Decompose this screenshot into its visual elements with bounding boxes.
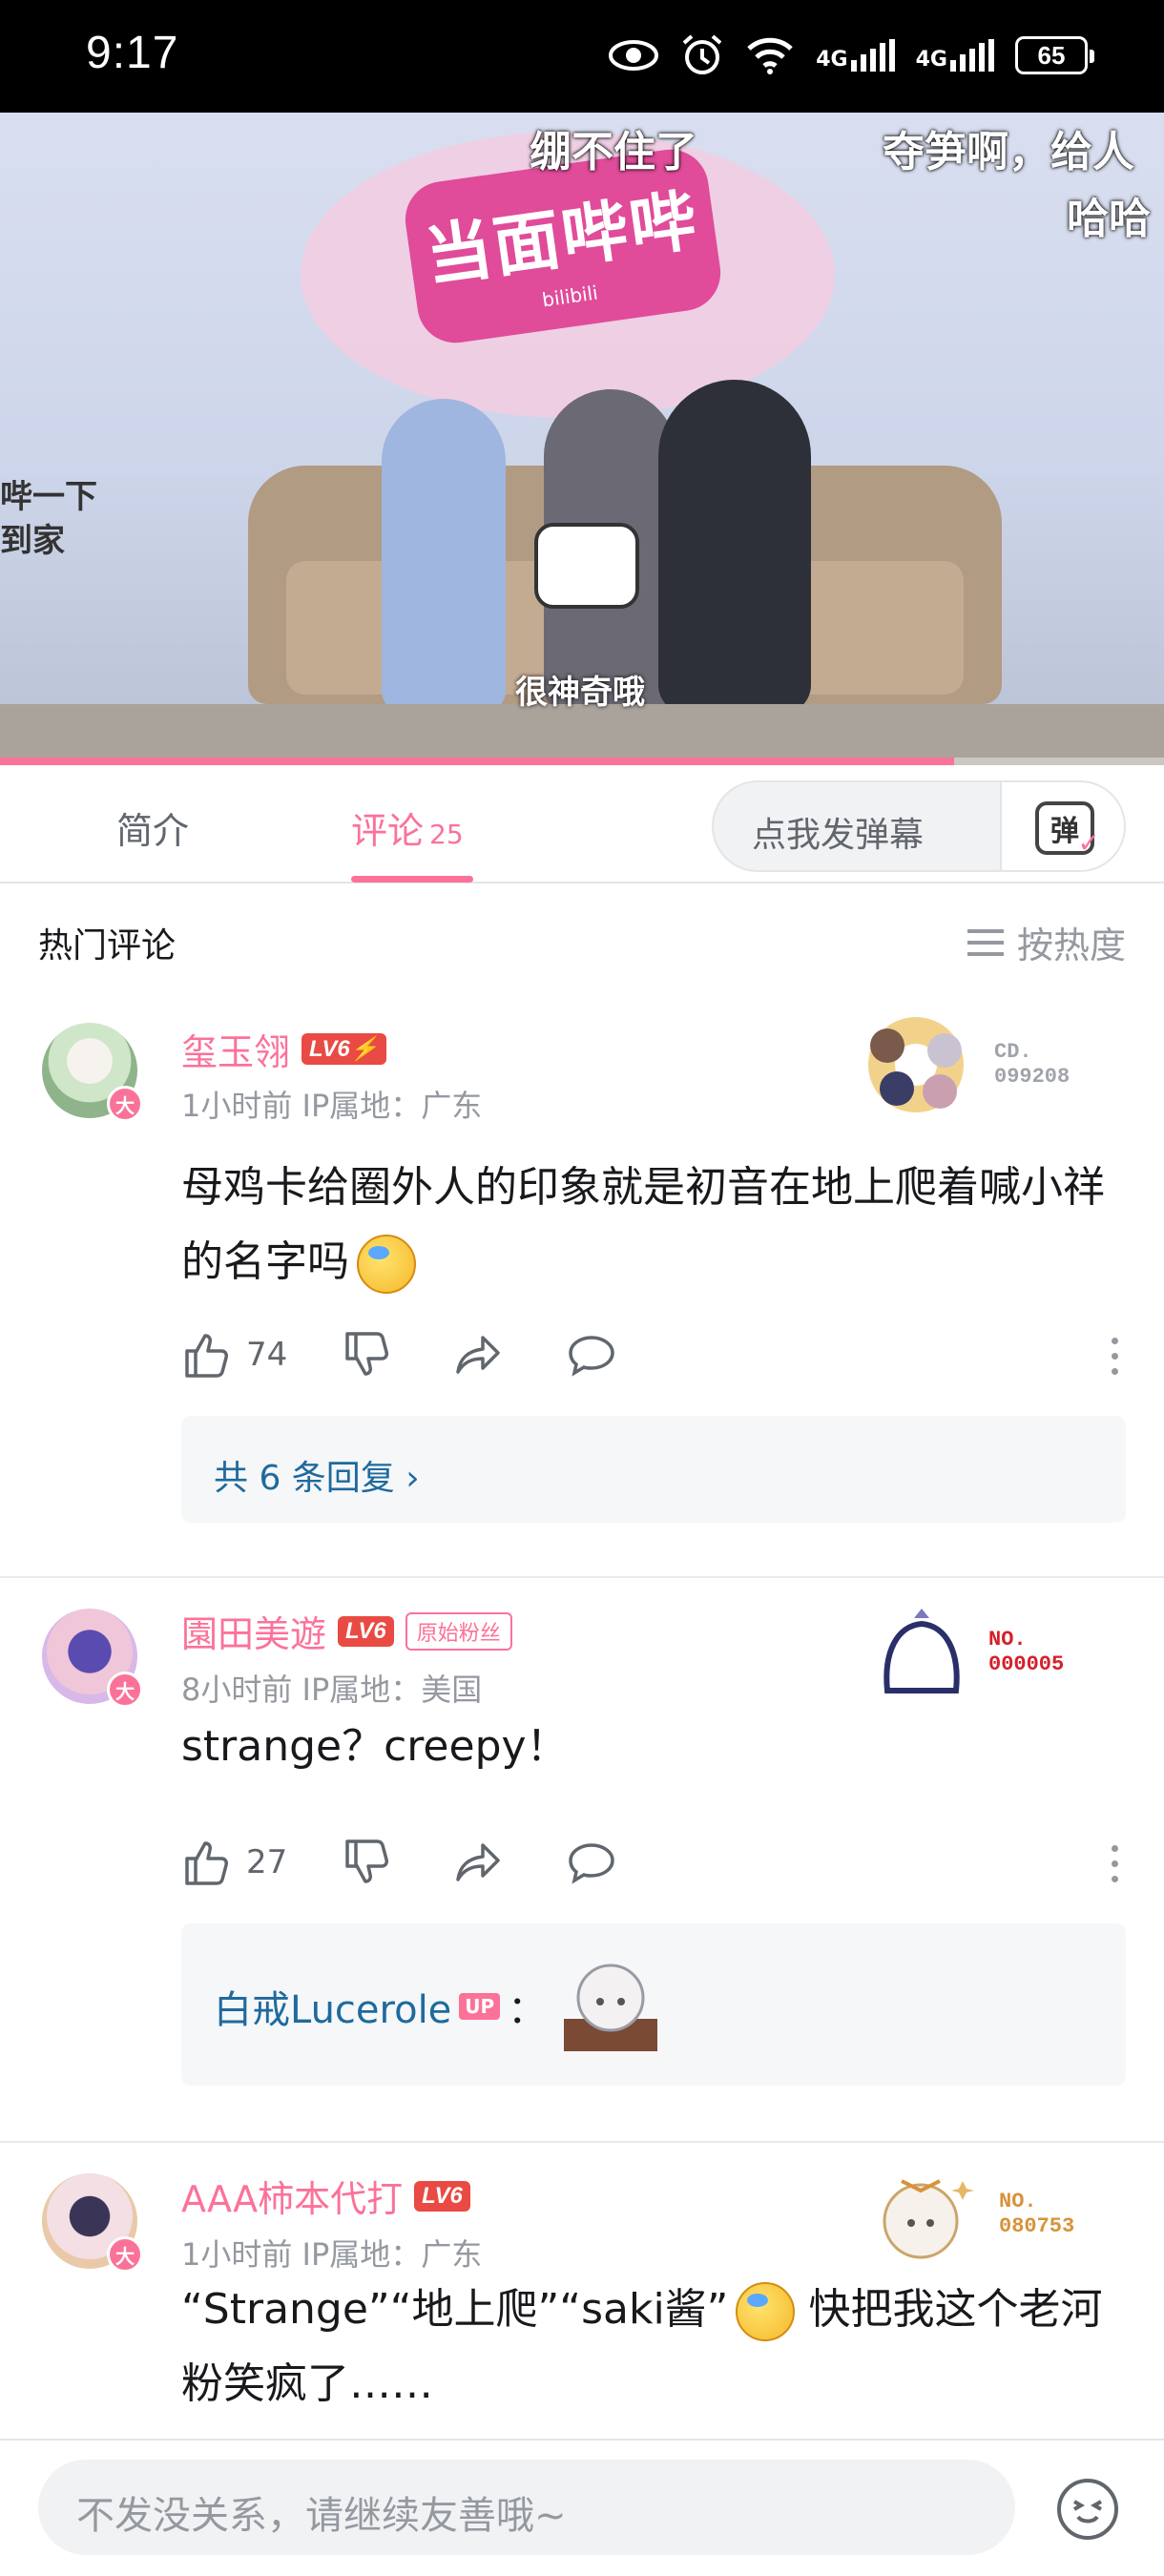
comment-bubble-icon	[569, 1843, 614, 1884]
tab-underline	[351, 876, 473, 883]
status-bar: 9:17 4G 4G 65	[0, 0, 1164, 113]
avatar[interactable]: 大	[42, 2173, 143, 2273]
vip-badge: 大	[107, 2236, 143, 2273]
sticker-image	[564, 1963, 657, 2051]
thumbs-up-icon	[185, 1841, 228, 1885]
danmaku-toggle-button[interactable]: 弹 ✓	[1000, 782, 1124, 870]
comment-bubble-icon	[569, 1336, 614, 1377]
comment-item: 大 玺玉翎 LV6⚡ 1小时前 IP属地：广东 CD. 099208 母鸡卡给圈外…	[0, 988, 1164, 1570]
battery-icon: 65	[1015, 36, 1094, 74]
username[interactable]: 玺玉翎 LV6⚡	[181, 1023, 386, 1075]
menu-icon	[967, 928, 1004, 956]
person-right	[658, 380, 811, 714]
danmaku-input[interactable]: 点我发弹幕 弹 ✓	[712, 780, 1126, 872]
video-progress-fill	[0, 758, 955, 765]
hot-comments-title: 热门评论	[38, 926, 177, 966]
person-left	[382, 399, 506, 714]
decoration-number: NO. 080753	[999, 2190, 1075, 2238]
reply-preview[interactable]: 白戒Lucerole UP ：	[181, 1923, 1126, 2086]
signal-icon-1: 4G	[816, 39, 895, 72]
alarm-icon	[682, 34, 722, 74]
comment-actions: 74	[181, 1330, 1126, 1387]
comment-input-bar: 不发没关系，请继续友善哦~	[0, 2439, 1164, 2576]
vip-badge: 大	[107, 1086, 143, 1122]
tv-mascot	[534, 523, 639, 609]
level-badge: LV6⚡	[301, 1033, 386, 1065]
comment-meta: 1小时前 IP属地：广东	[181, 1088, 483, 1124]
video-player[interactable]: 当面哔哔 bilibili 哔一下 到家 绷不住了 夺笋啊，给人 哈哈 很神奇哦	[0, 113, 1164, 765]
share-button[interactable]	[454, 1838, 504, 1887]
decoration-image	[883, 2179, 974, 2259]
decoration-image	[868, 1017, 964, 1112]
dislike-button[interactable]	[342, 1330, 391, 1380]
decoration-image	[883, 1609, 960, 1693]
up-badge: UP	[459, 1993, 501, 2020]
danmaku-1: 绷不住了	[530, 128, 697, 177]
comment-actions: 27	[181, 1838, 1126, 1895]
share-icon	[456, 1336, 500, 1374]
fan-decoration: CD. 099208	[859, 1008, 1070, 1122]
side-sign: 哔一下 到家	[0, 478, 97, 560]
danmaku-icon: 弹 ✓	[1035, 801, 1100, 859]
comment-item: 大 園田美遊 LV6 原始粉丝 8小时前 IP属地：美国 NO. 000005 st…	[0, 1578, 1164, 2139]
status-icons: 4G 4G 65	[608, 29, 1094, 82]
fan-badge: 原始粉丝	[405, 1611, 512, 1651]
eye-icon	[609, 40, 659, 71]
danmaku-3: 哈哈	[1067, 195, 1151, 243]
comments-count: 25	[429, 819, 464, 850]
tab-intro[interactable]: 简介	[116, 801, 189, 854]
wifi-icon	[747, 37, 793, 74]
reply-summary[interactable]: 共 6 条回复 ›	[181, 1416, 1126, 1523]
signal-icon-2: 4G	[916, 39, 994, 72]
comment-meta: 1小时前 IP属地：广东	[181, 2236, 483, 2273]
level-badge: LV6	[414, 2180, 470, 2212]
comment-text: “Strange”“地上爬”“saki酱” 快把我这个老河粉笑疯了……	[181, 2273, 1126, 2421]
share-icon	[456, 1843, 500, 1881]
comment-item: 大 AAA柿本代打 LV6 1小时前 IP属地：广东 NO. 080753 “St…	[0, 2143, 1164, 2439]
laugh-cry-emoji	[357, 1235, 416, 1294]
view-replies-link[interactable]: 共 6 条回复 ›	[214, 1450, 420, 1500]
comment-input[interactable]: 不发没关系，请继续友善哦~	[38, 2460, 1015, 2555]
danmaku-2: 夺笋啊，给人	[883, 128, 1134, 177]
sort-button[interactable]: 按热度	[967, 916, 1126, 968]
reply-author[interactable]: 白戒Lucerole UP ：	[214, 1979, 546, 2034]
emoji-face-icon	[1073, 2500, 1102, 2524]
tab-comments[interactable]: 评论 25	[351, 801, 464, 854]
thumbs-down-icon	[345, 1332, 388, 1376]
reply-button[interactable]	[567, 1838, 616, 1887]
vip-badge: 大	[107, 1672, 143, 1708]
comment-meta: 8小时前 IP属地：美国	[181, 1672, 483, 1708]
thumbs-down-icon	[345, 1839, 388, 1883]
video-progress-bar[interactable]	[0, 758, 1164, 765]
comment-text: 母鸡卡给圈外人的印象就是初音在地上爬着喊小祥的名字吗	[181, 1151, 1126, 1299]
avatar[interactable]: 大	[42, 1023, 143, 1122]
comment-text: strange？creepy！	[181, 1722, 569, 1771]
dislike-button[interactable]	[342, 1838, 391, 1887]
like-button[interactable]: 74	[181, 1330, 287, 1380]
tab-bar: 简介 评论 25 点我发弹幕 弹 ✓	[0, 765, 1164, 883]
hot-comments-header: 热门评论 按热度	[0, 883, 1164, 988]
fan-decoration: NO. 000005	[876, 1605, 1064, 1700]
share-button[interactable]	[454, 1330, 504, 1380]
laugh-cry-emoji	[736, 2282, 796, 2341]
emoji-button[interactable]	[1057, 2479, 1118, 2540]
username[interactable]: 園田美遊 LV6 原始粉丝	[181, 1605, 512, 1657]
username[interactable]: AAA柿本代打 LV6	[181, 2170, 470, 2222]
reply-button[interactable]	[567, 1330, 616, 1380]
fan-decoration: NO. 080753	[863, 2162, 1074, 2267]
more-options-button[interactable]	[1112, 1338, 1118, 1375]
status-time: 9:17	[86, 28, 179, 78]
thumbs-up-icon	[185, 1334, 228, 1378]
level-badge: LV6	[338, 1615, 394, 1647]
more-options-button[interactable]	[1112, 1845, 1118, 1882]
like-button[interactable]: 27	[181, 1838, 287, 1887]
decoration-number: NO. 000005	[988, 1628, 1065, 1676]
video-caption: 很神奇哦	[515, 674, 645, 712]
decoration-number: CD. 099208	[994, 1040, 1070, 1089]
avatar[interactable]: 大	[42, 1609, 143, 1708]
